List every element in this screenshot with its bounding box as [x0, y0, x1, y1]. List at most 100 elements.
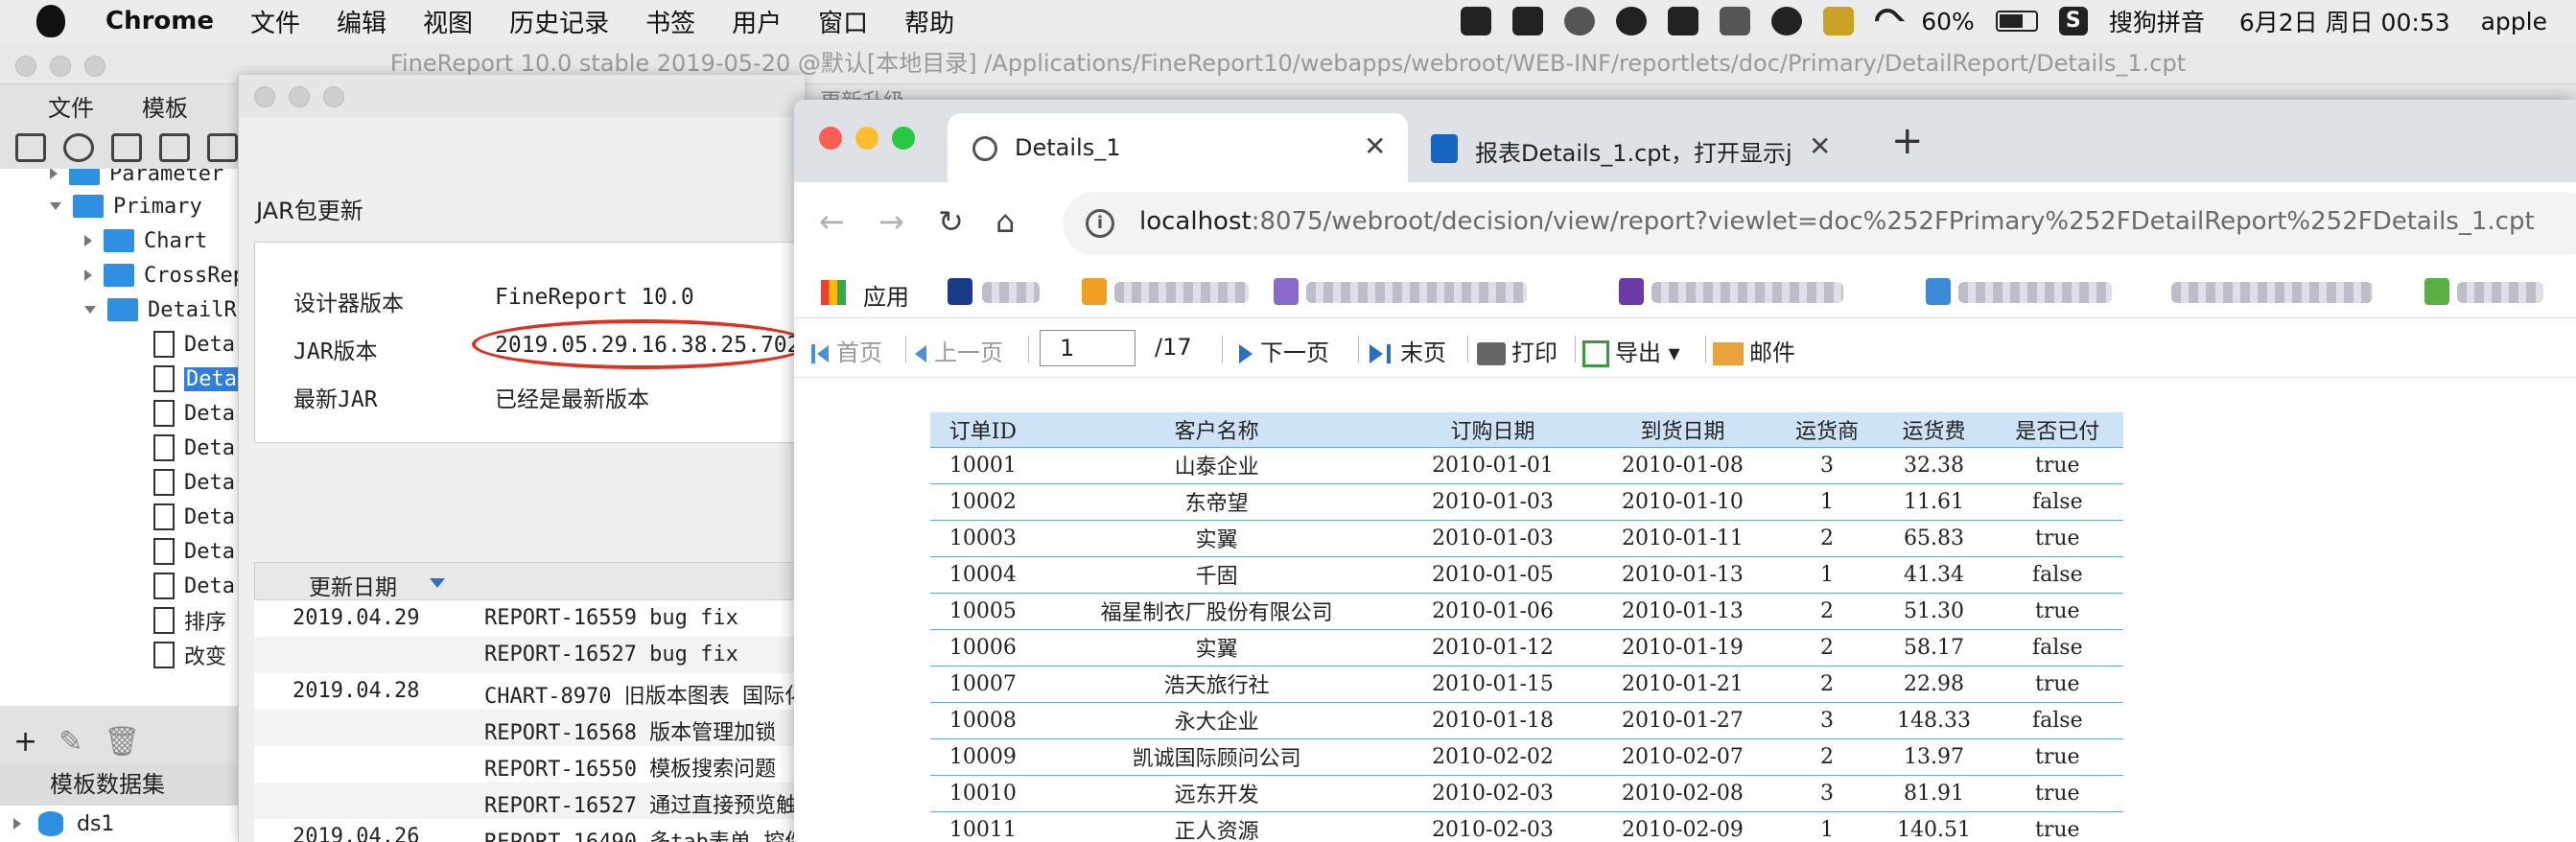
page-number-input[interactable]: 1 — [1040, 330, 1136, 366]
close-tab-icon[interactable]: ✕ — [1364, 130, 1386, 162]
menu-window[interactable]: 窗口 — [818, 4, 868, 39]
bookmark-icon[interactable] — [948, 278, 972, 305]
reload-icon[interactable]: ↻ — [938, 203, 964, 240]
bookmark-blurred[interactable] — [2171, 282, 2373, 303]
bookmark-blurred[interactable] — [1651, 282, 1843, 303]
bookmark-icon[interactable] — [1082, 278, 1107, 305]
menubar-datetime[interactable]: 6月2日 周日 00:53 — [2239, 4, 2450, 38]
next-page-button[interactable]: 下一页 — [1239, 334, 1329, 367]
tree-item[interactable]: Deta — [153, 328, 235, 361]
tree-item[interactable]: Deta — [153, 570, 235, 602]
close-tab-icon[interactable]: ✕ — [1809, 130, 1831, 162]
grid-icon[interactable] — [1720, 7, 1751, 35]
qq-icon[interactable] — [1771, 7, 1803, 35]
last-page-button[interactable]: 末页 — [1370, 334, 1446, 367]
sort-desc-icon[interactable] — [430, 578, 445, 588]
update-row[interactable]: REPORT-16550 模板搜索问题 — [254, 746, 805, 783]
menu-app-chrome[interactable]: Chrome — [105, 7, 214, 35]
dialog-zoom-button[interactable] — [323, 86, 344, 107]
chrome-close-button[interactable] — [819, 127, 842, 150]
forward-icon[interactable]: → — [878, 203, 904, 240]
bookmark-icon[interactable] — [1274, 278, 1299, 305]
tab-forum[interactable]: 报表Details_1.cpt，打开显示java ✕ — [1416, 113, 1857, 182]
update-row[interactable]: 2019.04.26REPORT-16490 多tab表单 控件 — [254, 819, 805, 842]
delete-icon[interactable] — [207, 133, 238, 162]
update-row[interactable]: 2019.04.28 CHART-8970 旧版本图表 国际化 — [254, 673, 805, 710]
tree-item[interactable]: Primary — [50, 190, 202, 222]
menu-bookmarks[interactable]: 书签 — [645, 4, 695, 39]
tree-item-selected[interactable]: Deta — [153, 363, 239, 395]
designer-zoom-button[interactable] — [84, 56, 105, 77]
new-tab-icon[interactable]: + — [1891, 119, 1924, 163]
prev-page-button[interactable]: 上一页 — [915, 334, 1003, 367]
dataset-item[interactable]: ds1 — [0, 806, 240, 842]
wifi-icon[interactable] — [1869, 3, 1906, 39]
wechat-icon[interactable] — [1512, 7, 1544, 35]
add-dataset-icon[interactable]: + — [13, 725, 37, 759]
bookmark-icon[interactable] — [2424, 278, 2449, 305]
chrome-zoom-button[interactable] — [892, 127, 915, 150]
chat-bubble-icon[interactable] — [1564, 7, 1596, 35]
tree-item[interactable]: Deta — [153, 466, 235, 499]
tree-item[interactable]: 改变 — [153, 639, 226, 671]
tree-item[interactable]: Deta — [153, 432, 235, 464]
bookmark-icon[interactable] — [1926, 278, 1951, 305]
edit-dataset-icon[interactable]: ✎ — [59, 725, 82, 759]
bookmark-blurred[interactable] — [982, 282, 1040, 303]
back-icon[interactable]: ← — [819, 203, 845, 240]
tree-item[interactable]: DetailRe — [84, 293, 240, 326]
update-row[interactable]: REPORT-16527 通过直接预览触发 — [254, 783, 805, 819]
designer-menu-file[interactable]: 文件 — [48, 89, 94, 123]
update-row[interactable]: REPORT-16527 bug fix — [254, 637, 805, 673]
screen-record-icon[interactable] — [1616, 7, 1648, 35]
shield-icon[interactable] — [1823, 7, 1855, 35]
menubar-user[interactable]: apple — [2481, 8, 2547, 35]
tab-details[interactable]: Details_1 ✕ — [948, 113, 1408, 182]
sogou-ime-icon[interactable]: S — [2058, 7, 2088, 35]
new-template-icon[interactable] — [15, 133, 46, 162]
update-list-header[interactable]: 更新日期 — [254, 562, 805, 600]
bookmark-blurred[interactable] — [2457, 282, 2543, 303]
menu-edit[interactable]: 编辑 — [337, 4, 386, 39]
chrome-minimize-button[interactable] — [855, 127, 878, 150]
dialog-minimize-button[interactable] — [289, 86, 310, 107]
apple-logo-icon[interactable] — [36, 5, 65, 37]
url-text[interactable]: localhost:8075/webroot/decision/view/rep… — [1139, 207, 2535, 236]
export-button[interactable]: 导出 ▾ — [1582, 334, 1680, 367]
menu-help[interactable]: 帮助 — [904, 4, 954, 39]
settings-icon[interactable] — [159, 133, 190, 162]
bookmark-blurred[interactable] — [1306, 282, 1527, 303]
update-row[interactable]: 2019.04.29 REPORT-16559 bug fix — [254, 600, 805, 637]
tree-item[interactable]: Deta — [153, 501, 235, 533]
battery-icon[interactable] — [1995, 11, 2038, 32]
refresh-icon[interactable] — [63, 133, 94, 162]
tree-item[interactable]: Parameter — [50, 169, 223, 190]
microphone-icon[interactable] — [1668, 7, 1699, 35]
bookmark-blurred[interactable] — [1114, 282, 1249, 303]
tree-item[interactable]: Chart — [84, 224, 207, 257]
tree-item[interactable]: 排序 — [153, 604, 226, 637]
menu-view[interactable]: 视图 — [423, 4, 473, 39]
update-row[interactable]: REPORT-16568 版本管理加锁 — [254, 710, 805, 746]
menu-people[interactable]: 用户 — [732, 4, 782, 39]
menu-file[interactable]: 文件 — [250, 4, 300, 39]
designer-close-button[interactable] — [15, 56, 36, 77]
tree-item[interactable]: CrossRep — [84, 259, 240, 292]
address-bar[interactable]: i localhost:8075/webroot/decision/view/r… — [1063, 192, 2576, 255]
apps-grid-icon[interactable] — [821, 280, 846, 305]
first-page-button[interactable]: 首页 — [811, 334, 882, 367]
menu-history[interactable]: 历史记录 — [509, 4, 609, 39]
site-info-icon[interactable]: i — [1086, 209, 1114, 238]
designer-menu-template[interactable]: 模板 — [142, 89, 188, 123]
bookmark-apps[interactable]: 应用 — [863, 278, 909, 312]
mail-button[interactable]: 邮件 — [1713, 334, 1795, 367]
evernote-icon[interactable] — [1461, 7, 1492, 35]
input-method-label[interactable]: 搜狗拼音 — [2109, 4, 2205, 38]
bookmark-blurred[interactable] — [1958, 282, 2112, 303]
print-button[interactable]: 打印 — [1477, 334, 1557, 367]
bookmark-icon[interactable] — [1619, 278, 1644, 305]
dialog-close-button[interactable] — [254, 86, 275, 107]
tree-item[interactable]: Deta — [153, 535, 235, 568]
template-list-icon[interactable] — [111, 133, 142, 162]
designer-minimize-button[interactable] — [50, 56, 71, 77]
